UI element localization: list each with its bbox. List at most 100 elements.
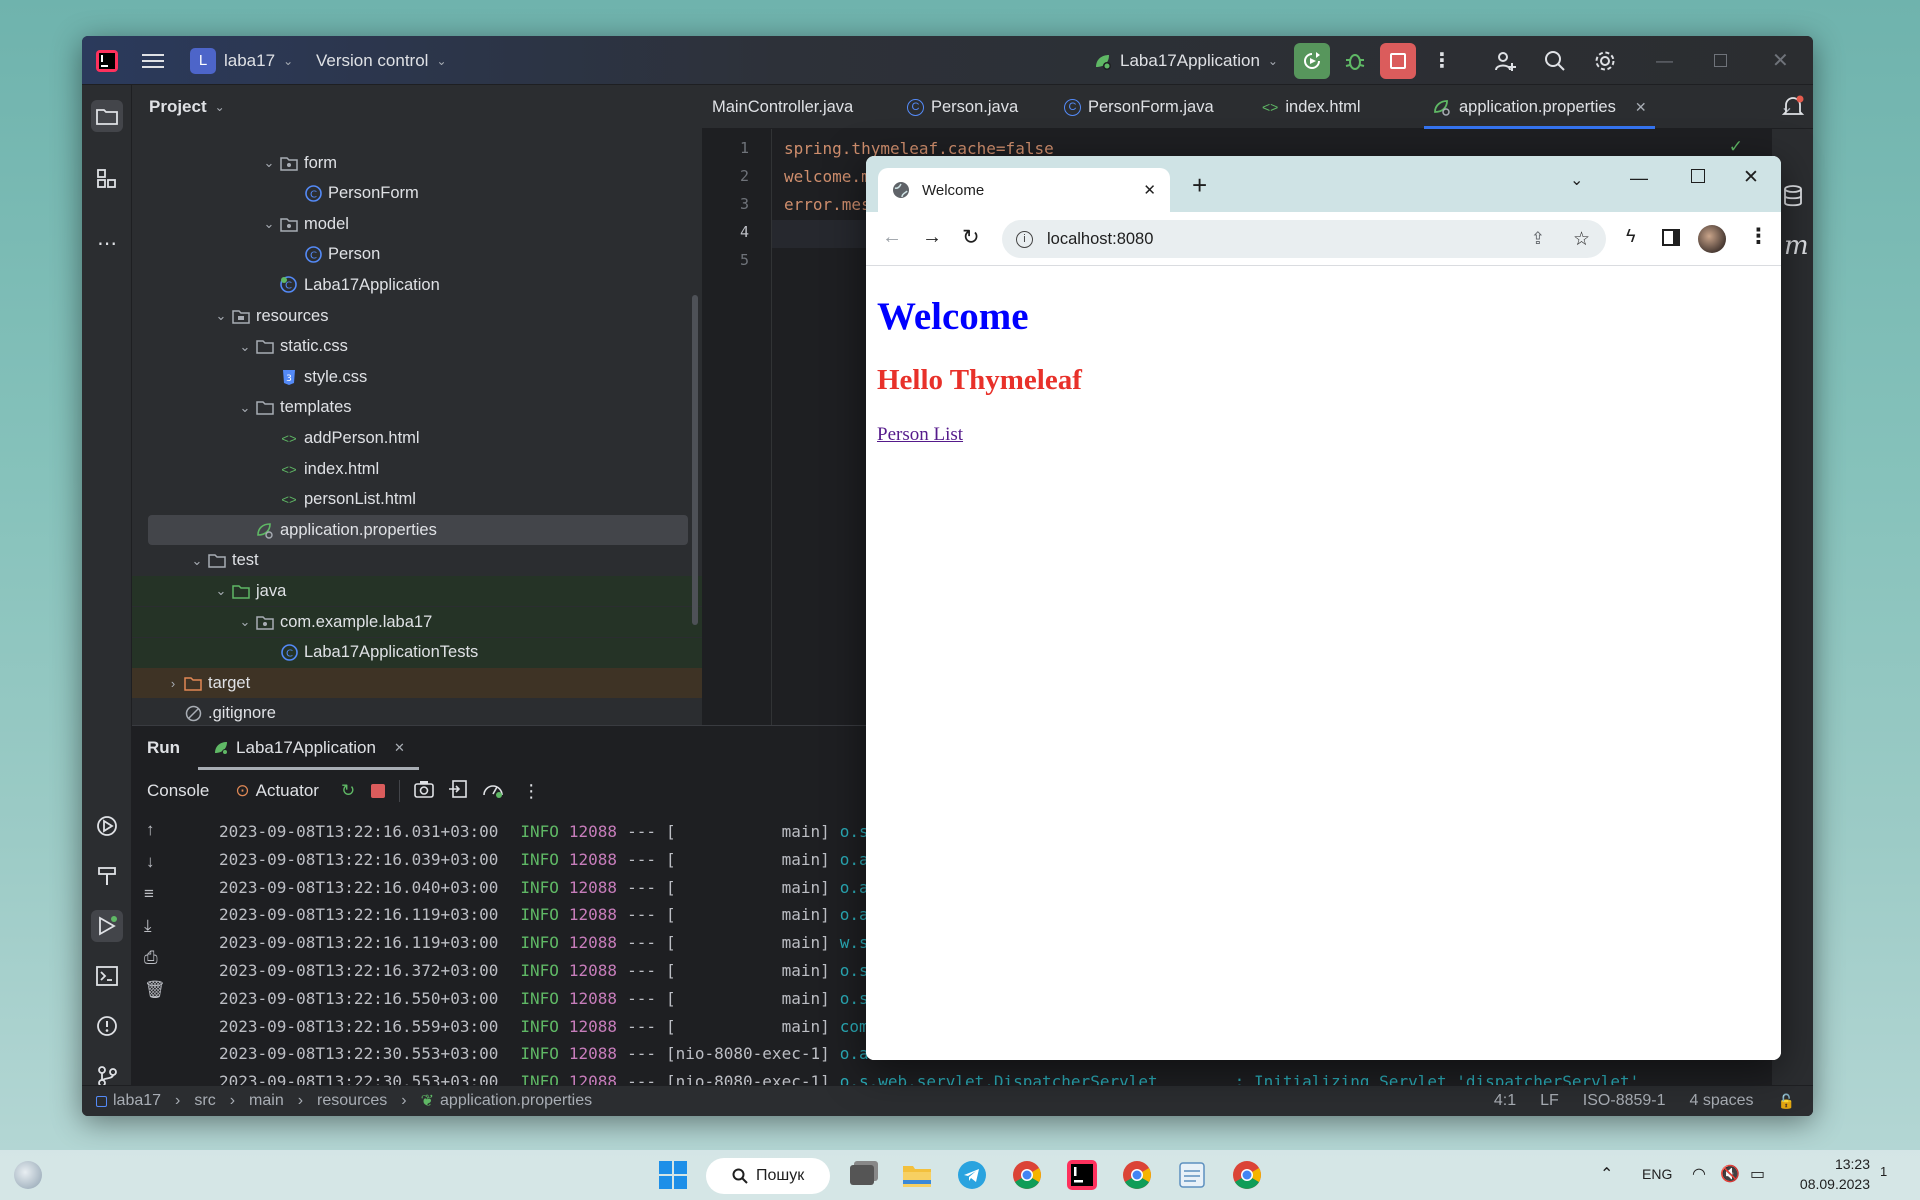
intellij-logo[interactable] — [96, 36, 118, 85]
battery-icon[interactable]: ▭ — [1750, 1164, 1765, 1184]
close-tab-icon[interactable]: ✕ — [1143, 181, 1156, 199]
file-explorer-button[interactable] — [901, 1159, 933, 1191]
chrome-button[interactable] — [1011, 1159, 1043, 1191]
tree-item[interactable]: ⌄ test — [132, 546, 702, 576]
close-tab-icon[interactable]: ✕ — [1635, 99, 1647, 116]
telegram-button[interactable] — [956, 1159, 988, 1191]
project-switcher[interactable]: L laba17 ⌄ — [190, 36, 293, 85]
scroll-down-button[interactable]: ↓ — [146, 852, 155, 872]
chevron-down-icon[interactable]: ⌄ — [236, 614, 254, 630]
screenshot-button[interactable] — [414, 780, 434, 803]
more-tools-button[interactable]: ⋯ — [91, 227, 123, 259]
profiler-button[interactable] — [482, 779, 504, 804]
problems-tool-button[interactable] — [91, 1010, 123, 1042]
profile-avatar[interactable] — [1698, 225, 1726, 253]
share-icon[interactable]: ⇪ — [1531, 229, 1545, 249]
rerun-console-button[interactable]: ↻ — [341, 781, 355, 801]
exit-button[interactable] — [448, 779, 468, 804]
tree-item[interactable]: C PersonForm — [132, 179, 702, 209]
chevron-down-icon[interactable]: ⌄ — [236, 339, 254, 355]
browser-menu-button[interactable]: ⋮ — [1748, 224, 1769, 249]
run-config-tab[interactable]: Laba17Application ✕ — [198, 726, 419, 770]
tree-item[interactable]: ⌄ java — [132, 576, 702, 607]
lock-icon[interactable]: 🔓 — [1778, 1093, 1795, 1110]
actuator-tab[interactable]: ⊙ Actuator — [235, 781, 319, 801]
search-everywhere-button[interactable] — [1544, 36, 1566, 85]
debug-button[interactable] — [1344, 36, 1366, 85]
console-more-button[interactable]: ⋮ — [522, 781, 540, 802]
tree-item[interactable]: ⌄ static.css — [132, 332, 702, 362]
close-button[interactable]: ✕ — [1772, 36, 1789, 85]
task-view-button[interactable] — [846, 1159, 878, 1191]
site-info-icon[interactable]: i — [1016, 230, 1033, 248]
tree-item[interactable]: ⌄ resources — [132, 301, 702, 331]
clear-console-button[interactable]: 🗑 — [144, 980, 166, 1000]
maven-tool-button[interactable]: m — [1784, 231, 1809, 261]
run-tool-button[interactable] — [91, 910, 123, 942]
tab-application-properties[interactable]: application.properties ✕ — [1424, 85, 1655, 129]
chevron-down-icon[interactable]: ⌄ — [188, 553, 206, 569]
back-button[interactable]: ← — [882, 226, 902, 249]
tree-item[interactable]: C Laba17ApplicationTests — [132, 637, 702, 668]
side-panel-button[interactable] — [1662, 229, 1680, 246]
volume-icon[interactable]: 🔇 — [1720, 1164, 1740, 1184]
breadcrumb-item[interactable]: laba17 — [113, 1092, 161, 1110]
main-menu-button[interactable] — [142, 36, 164, 85]
code-with-me-button[interactable] — [1494, 36, 1518, 85]
inspection-ok-icon[interactable]: ✓ — [1729, 137, 1743, 157]
chevron-right-icon[interactable]: › — [164, 676, 182, 691]
tab-person[interactable]: C Person.java — [907, 85, 1018, 129]
new-tab-button[interactable]: + — [1192, 172, 1207, 198]
minimize-button[interactable]: — — [1656, 36, 1673, 85]
chevron-down-icon[interactable]: ⌄ — [212, 308, 230, 324]
tree-item[interactable]: C Person — [132, 240, 702, 270]
breadcrumb-item[interactable]: main — [249, 1092, 284, 1110]
tree-item[interactable]: ⌄ templates — [132, 393, 702, 423]
maximize-button[interactable] — [1714, 36, 1727, 85]
services-tool-button[interactable] — [91, 810, 123, 842]
project-panel-header[interactable]: Project ⌄ — [132, 85, 702, 129]
notifications-button[interactable] — [1781, 95, 1805, 119]
chevron-down-icon[interactable]: ⌄ — [236, 400, 254, 416]
tab-index-html[interactable]: <> index.html — [1262, 85, 1361, 129]
tree-item[interactable]: › target — [132, 668, 702, 699]
reload-button[interactable]: ↻ — [962, 225, 980, 250]
address-bar[interactable]: i localhost:8080 ⇪ ☆ — [1002, 220, 1606, 258]
build-tool-button[interactable] — [91, 860, 123, 892]
close-tab-icon[interactable]: ✕ — [394, 740, 405, 756]
chrome-profile-button[interactable] — [1121, 1159, 1153, 1191]
tree-item[interactable]: ⌄ com.example.laba17 — [132, 607, 702, 637]
scroll-up-button[interactable]: ↑ — [146, 820, 155, 840]
tree-item[interactable]: ⌄ form — [132, 148, 702, 178]
intellij-taskbar-button[interactable] — [1066, 1159, 1098, 1191]
tab-maincontroller[interactable]: MainController.java — [712, 85, 853, 129]
clock[interactable]: 13:23 08.09.2023 — [1786, 1154, 1870, 1194]
taskbar-search[interactable]: Пошук — [706, 1158, 830, 1194]
notepad-button[interactable] — [1176, 1159, 1208, 1191]
file-encoding[interactable]: ISO-8859-1 — [1583, 1092, 1666, 1110]
tab-personform[interactable]: C PersonForm.java — [1064, 85, 1214, 129]
tree-item[interactable]: 3 style.css — [132, 362, 702, 392]
terminal-tool-button[interactable] — [91, 960, 123, 992]
chevron-down-icon[interactable]: ⌄ — [212, 583, 230, 599]
line-separator[interactable]: LF — [1540, 1092, 1559, 1110]
stop-console-button[interactable] — [371, 784, 386, 798]
browser-tab-welcome[interactable]: Welcome ✕ — [878, 168, 1170, 212]
more-actions-button[interactable]: ⋮ — [1432, 36, 1452, 85]
caret-position[interactable]: 4:1 — [1494, 1092, 1516, 1110]
soft-wrap-button[interactable]: ≡ — [144, 884, 154, 904]
indent-setting[interactable]: 4 spaces — [1690, 1092, 1754, 1110]
rerun-button[interactable] — [1294, 36, 1330, 85]
breadcrumb-item[interactable]: src — [194, 1092, 215, 1110]
bookmark-star-icon[interactable]: ☆ — [1573, 228, 1590, 251]
tab-search-button[interactable]: ⌄ — [1570, 170, 1583, 190]
chevron-down-icon[interactable]: ⌄ — [260, 155, 278, 171]
input-language[interactable]: ENG — [1642, 1166, 1672, 1182]
project-tool-button[interactable] — [91, 100, 123, 132]
chevron-down-icon[interactable]: ⌄ — [260, 216, 278, 232]
structure-tool-button[interactable] — [91, 163, 123, 195]
browser-minimize-button[interactable]: — — [1630, 168, 1648, 189]
tree-item[interactable]: <> addPerson.html — [132, 423, 702, 453]
breadcrumb-item[interactable]: resources — [317, 1092, 387, 1110]
tray-overflow-button[interactable]: ⌃ — [1600, 1164, 1613, 1184]
